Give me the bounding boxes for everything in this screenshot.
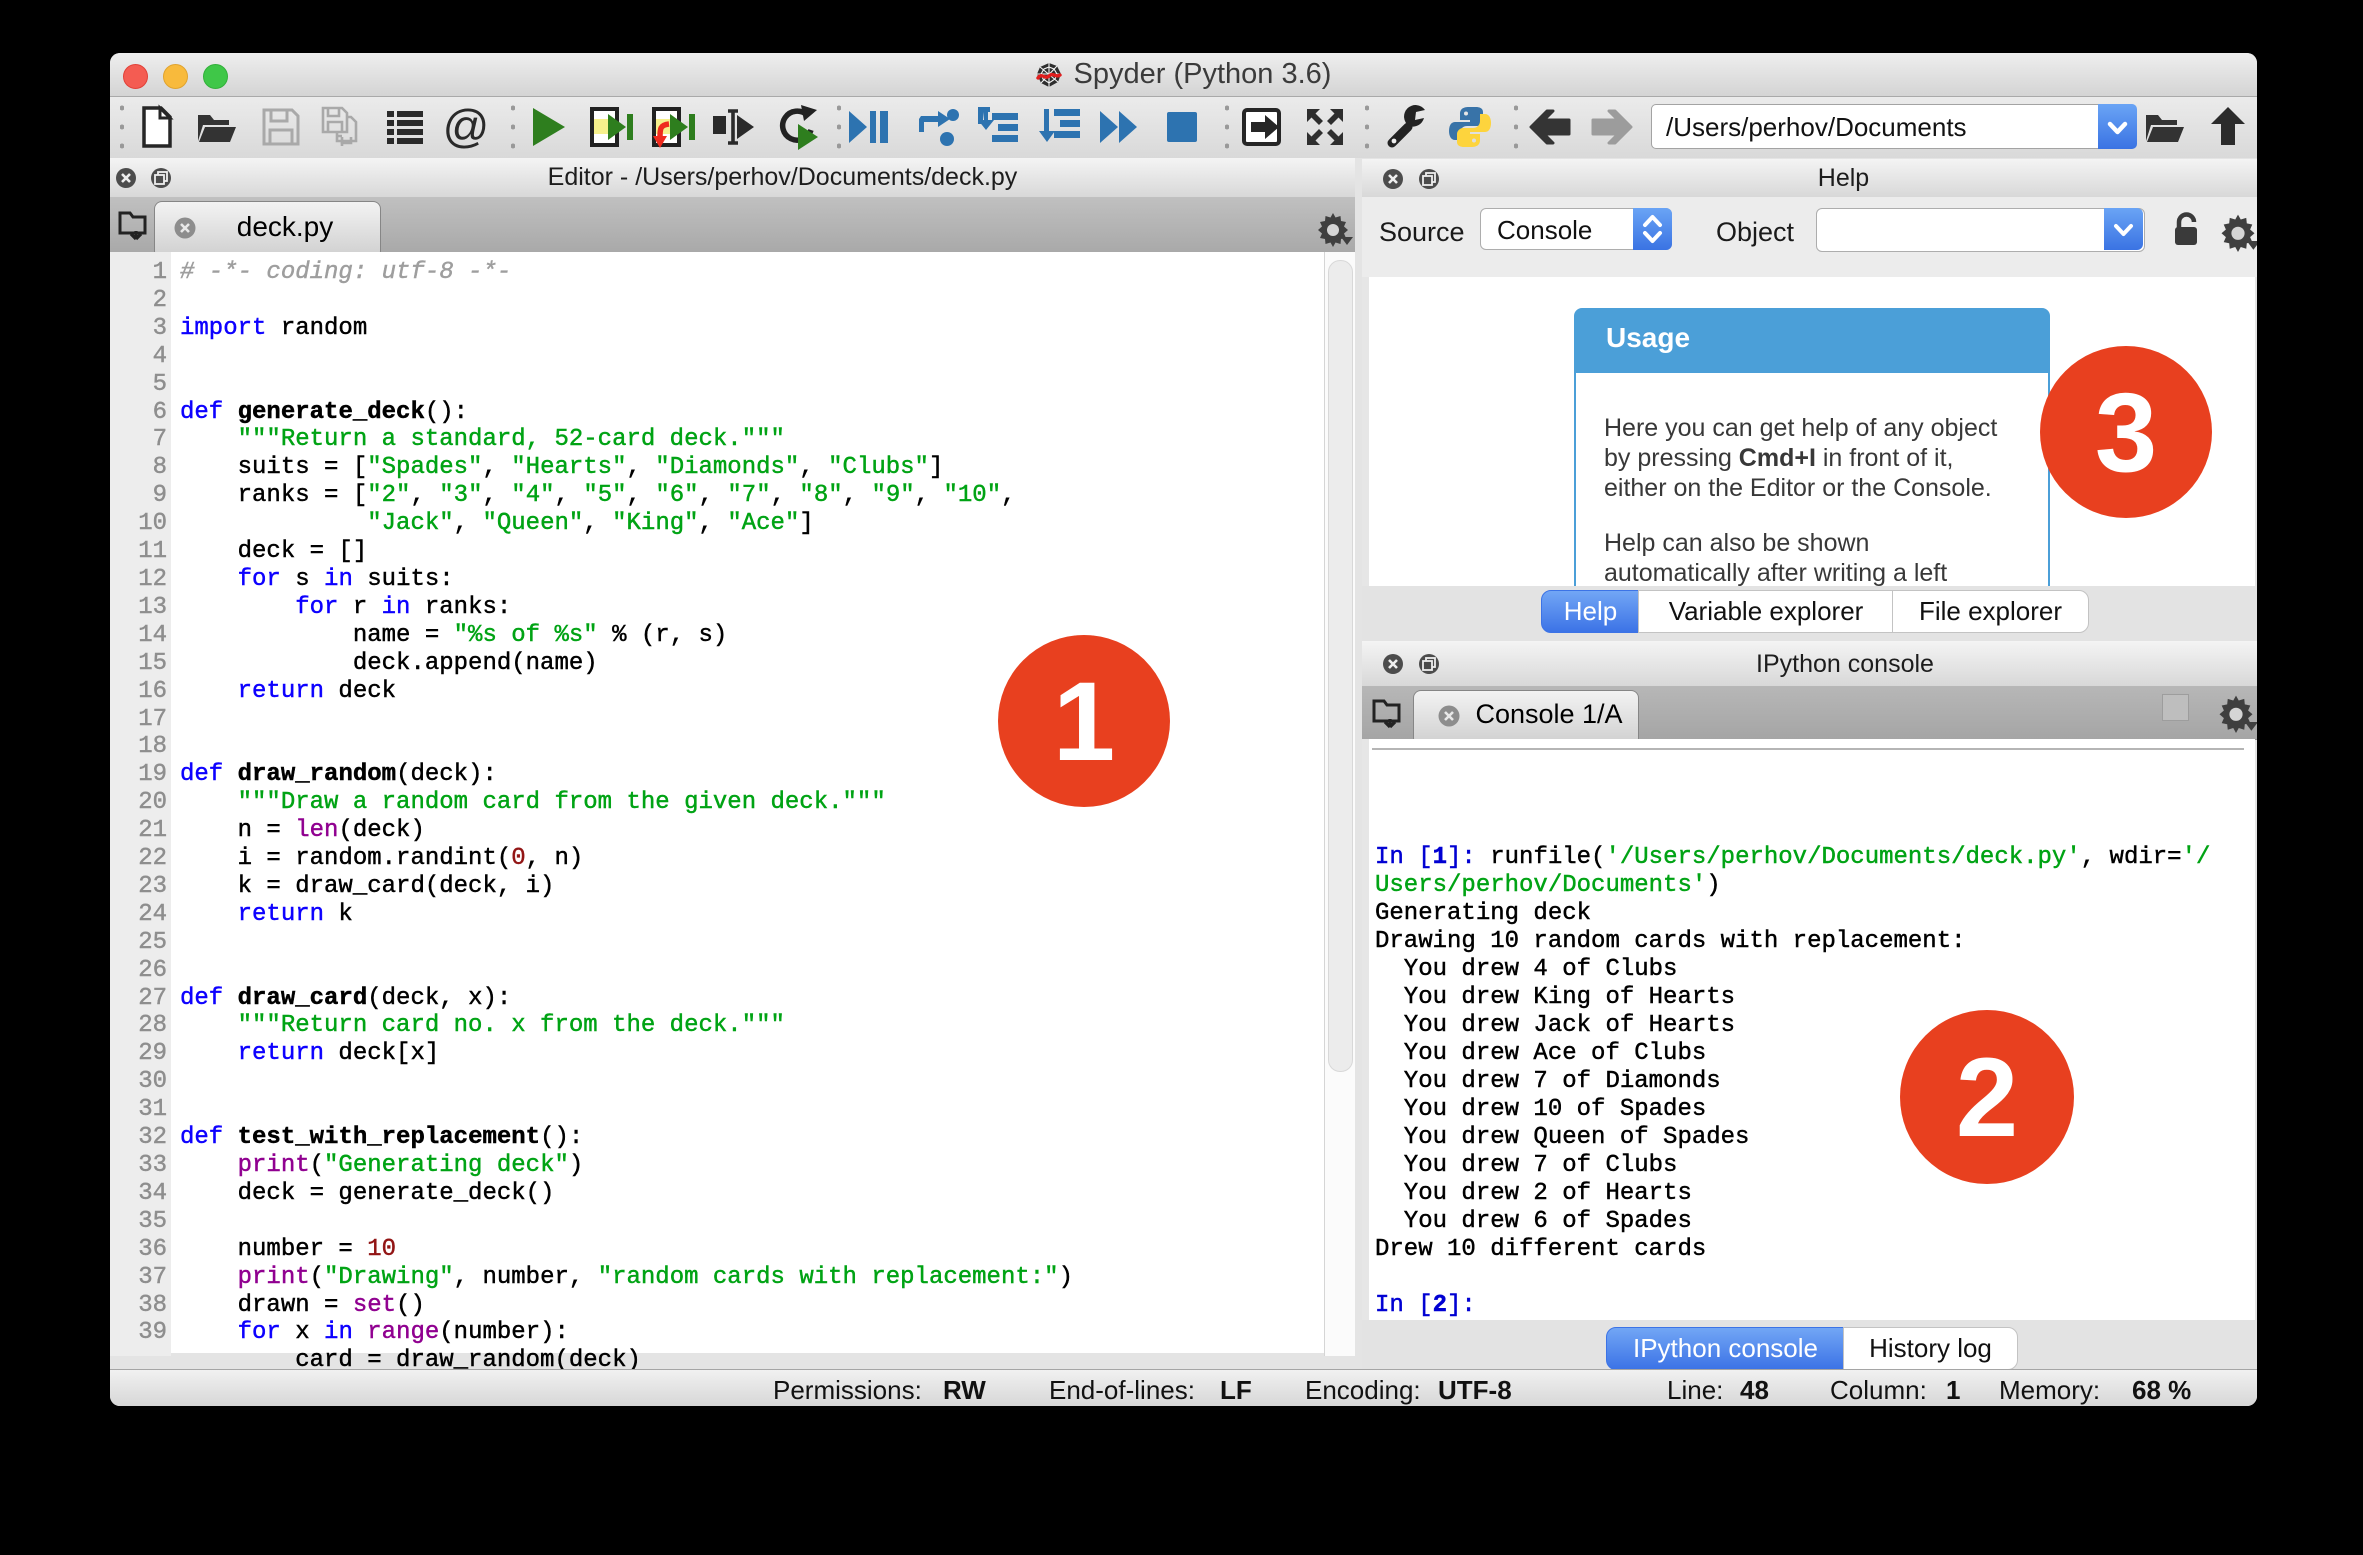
svg-text:@: @: [443, 103, 490, 151]
